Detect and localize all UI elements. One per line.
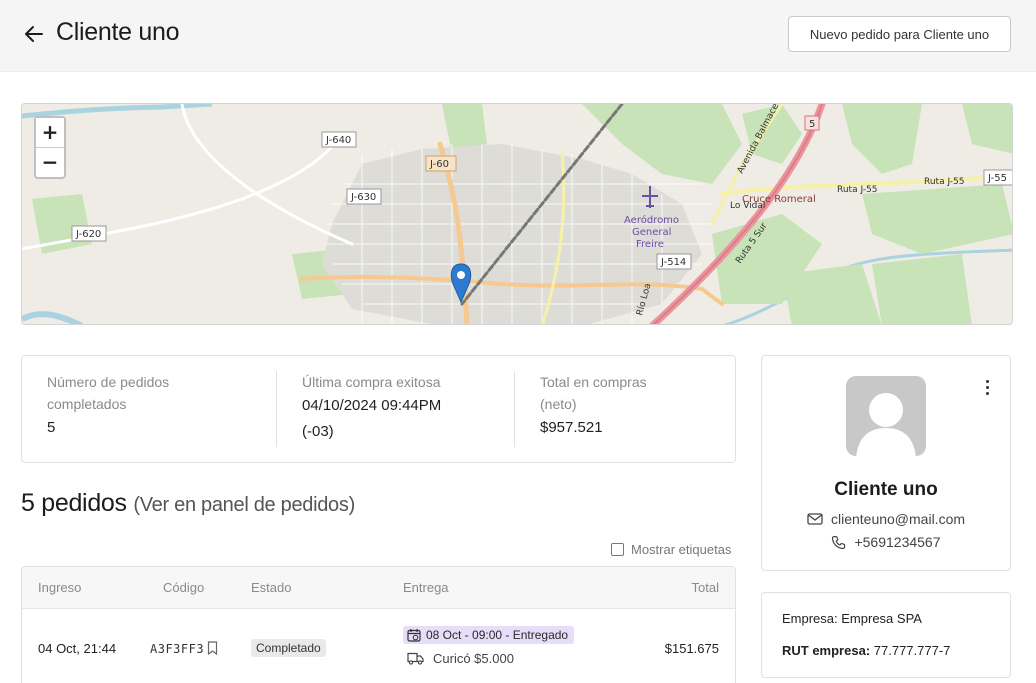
delivery-place: Curicó $5.000 <box>407 651 514 666</box>
show-tags-label: Mostrar etiquetas <box>631 542 732 557</box>
map-label-j630: J-630 <box>350 192 376 203</box>
column-header-estado[interactable]: Estado <box>251 580 291 595</box>
orders-table: Ingreso Código Estado Entrega Total 04 O… <box>21 566 736 683</box>
map-label-aerodromo: Aeródromo <box>624 214 679 226</box>
orders-panel-link[interactable]: (Ver en panel de pedidos) <box>133 494 355 516</box>
show-tags-checkbox[interactable] <box>611 543 624 556</box>
column-header-codigo[interactable]: Código <box>163 580 204 595</box>
stat-last-value-tz: (-03) <box>302 423 334 440</box>
order-code: A3F3FF3 <box>150 642 205 656</box>
truck-icon <box>407 652 424 665</box>
show-tags-toggle[interactable]: Mostrar etiquetas <box>611 542 731 557</box>
column-header-total[interactable]: Total <box>692 580 719 595</box>
company-name-value: Empresa SPA <box>841 611 922 626</box>
stat-completed-value: 5 <box>47 419 56 436</box>
orders-count: 5 pedidos <box>21 489 127 517</box>
stat-last-label: Última compra exitosa <box>302 374 441 390</box>
page-header: Cliente uno Nuevo pedido para Cliente un… <box>0 0 1036 72</box>
company-rut: RUT empresa: 77.777.777-7 <box>782 643 950 658</box>
map-zoom-controls: + − <box>34 116 66 179</box>
more-options-icon[interactable] <box>982 380 992 400</box>
customer-phone: +5691234567 <box>762 534 1010 550</box>
map-label-ruta5: 5 <box>809 119 815 130</box>
company-rut-label: RUT empresa: <box>782 643 871 658</box>
delivery-place-text: Curicó $5.000 <box>433 651 514 666</box>
avatar <box>846 376 926 456</box>
map-label-j60: J-60 <box>429 159 449 170</box>
customer-name: Cliente uno <box>834 479 938 500</box>
bookmark-icon[interactable] <box>207 641 218 655</box>
stat-divider <box>514 371 515 447</box>
stat-total-purchases: Total en compras (neto) $957.521 <box>540 371 647 441</box>
zoom-out-button[interactable]: − <box>36 147 64 176</box>
orders-table-header: Ingreso Código Estado Entrega Total <box>22 567 735 609</box>
customer-stats-card: Número de pedidos completados 5 Última c… <box>21 355 736 463</box>
map-label-j620: J-620 <box>75 229 101 240</box>
customer-phone-text: +5691234567 <box>854 534 941 550</box>
order-total: $151.675 <box>664 641 719 656</box>
map-label-j640: J-640 <box>325 135 351 146</box>
company-info-card: Empresa: Empresa SPA RUT empresa: 77.777… <box>761 592 1011 678</box>
map-label-ruta-j55: Ruta J-55 <box>837 185 878 195</box>
customer-email-text: clienteuno@mail.com <box>830 511 966 527</box>
phone-icon <box>832 535 846 549</box>
zoom-in-button[interactable]: + <box>36 118 64 147</box>
stat-total-value: $957.521 <box>540 419 603 436</box>
column-header-ingreso[interactable]: Ingreso <box>38 580 81 595</box>
column-header-entrega[interactable]: Entrega <box>403 580 449 595</box>
order-ingreso: 04 Oct, 21:44 <box>38 641 117 656</box>
mail-icon <box>807 513 823 525</box>
stat-total-label-2: (neto) <box>540 396 577 412</box>
orders-heading: 5 pedidos (Ver en panel de pedidos) <box>21 489 355 518</box>
stat-completed-label: Número de pedidos <box>47 374 170 390</box>
customer-email: clienteuno@mail.com <box>762 511 1010 527</box>
map-label-lo-vidal: Lo Vidal <box>730 201 765 211</box>
map-label-ruta-j55-east: Ruta J-55 <box>924 177 965 187</box>
calendar-check-icon <box>407 629 421 642</box>
stat-completed-orders: Número de pedidos completados 5 <box>47 371 169 441</box>
stat-divider <box>276 371 277 447</box>
customer-profile-card: Cliente uno clienteuno@mail.com +5691234… <box>761 355 1011 571</box>
map-label-general: General <box>632 227 671 238</box>
map-label-j514: J-514 <box>660 257 686 268</box>
map-label-j55: J-55 <box>987 173 1007 184</box>
new-order-button[interactable]: Nuevo pedido para Cliente uno <box>788 16 1011 52</box>
status-badge: Completado <box>251 639 326 657</box>
stat-completed-label-2: completados <box>47 396 127 412</box>
map-tiles: J-640 J-630 J-620 J-60 J-514 J-55 5 Ruta… <box>22 104 1012 324</box>
company-name-label: Empresa: <box>782 611 838 626</box>
delivery-status-pill: 08 Oct - 09:00 - Entregado <box>403 626 575 644</box>
stat-total-label: Total en compras <box>540 374 647 390</box>
company-rut-value: 77.777.777-7 <box>873 643 951 658</box>
user-avatar-icon <box>856 393 916 456</box>
customer-location-map[interactable]: J-640 J-630 J-620 J-60 J-514 J-55 5 Ruta… <box>21 103 1013 325</box>
company-name: Empresa: Empresa SPA <box>782 611 922 626</box>
page-title: Cliente uno <box>56 18 180 46</box>
delivery-status-text: 08 Oct - 09:00 - Entregado <box>426 628 569 642</box>
stat-last-value: 04/10/2024 09:44PM <box>302 397 442 414</box>
map-label-freire: Freire <box>636 239 664 250</box>
back-arrow-icon[interactable] <box>22 22 46 46</box>
stat-last-purchase: Última compra exitosa 04/10/2024 09:44PM… <box>302 371 441 445</box>
table-row[interactable]: 04 Oct, 21:44 A3F3FF3 Completado 08 Oct … <box>22 609 735 683</box>
